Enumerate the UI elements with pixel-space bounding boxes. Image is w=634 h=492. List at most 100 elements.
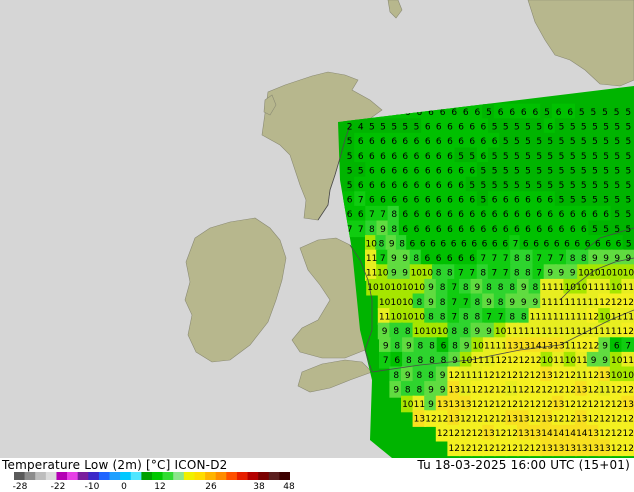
temperature-value: 9 [428,283,434,293]
temperature-value: 9 [592,254,598,264]
temperature-value: 6 [436,254,442,264]
temperature-value: 5 [514,181,520,191]
temperature-value: 11 [460,385,471,395]
temperature-value: 6 [547,123,553,133]
temperature-value: 10 [390,283,402,293]
temperature-value: 5 [547,166,553,176]
temperature-value: 6 [347,196,353,206]
temperature-value: 12 [472,415,483,425]
temperature-value: 5 [592,137,598,147]
temperature-value: 5 [458,152,464,162]
temperature-value: 5 [559,196,565,206]
temperature-value: 11 [506,327,517,337]
temperature-value: 11 [530,327,541,337]
temperature-value: 14 [530,342,542,352]
temperature-value: 12 [611,385,622,395]
temperature-value: 5 [614,152,620,162]
temperature-value: 6 [605,239,611,249]
temperature-value: 6 [533,239,539,249]
temperature-value: 7 [383,356,389,366]
temperature-value: 6 [585,239,591,249]
temperature-value: 12 [541,385,552,395]
temperature-value: 9 [382,327,388,337]
temperature-value: 7 [492,269,498,279]
temperature-value: 6 [414,137,420,147]
temperature-value: 6 [391,152,397,162]
temperature-value: 6 [447,254,453,264]
temperature-value: 12 [622,444,633,454]
temperature-value: 11 [622,283,633,293]
temperature-value: 8 [440,312,446,322]
temperature-value: 7 [480,254,486,264]
temperature-value: 6 [458,137,464,147]
temperature-value: 10 [402,298,414,308]
temperature-value: 8 [391,225,397,235]
temperature-value: 6 [469,254,475,264]
temperature-value: 12 [588,371,599,381]
legend-swatch [237,472,248,480]
temperature-value: 5 [626,196,632,206]
temperature-value: 6 [471,239,477,249]
temperature-value: 9 [452,356,458,366]
temperature-value: 13 [518,429,529,439]
temperature-value: 5 [369,123,375,133]
temperature-value: 6 [559,210,565,220]
temperature-value: 11 [506,385,517,395]
temperature-value: 12 [495,356,506,366]
temperature-value: 8 [440,298,446,308]
temperature-value: 10 [367,283,379,293]
temperature-value: 12 [611,444,622,454]
temperature-value: 5 [514,152,520,162]
temperature-value: 5 [626,166,632,176]
temperature-value: 11 [553,356,564,366]
temperature-value: 10 [402,312,414,322]
temperature-value: 6 [458,166,464,176]
temperature-value: 2 [347,123,353,133]
temperature-value: 8 [441,356,447,366]
temperature-value: 13 [507,342,518,352]
legend-swatch [194,472,205,480]
temperature-value: 12 [622,327,633,337]
temperature-value: 8 [525,254,531,264]
temperature-value: 5 [525,181,531,191]
temperature-value: 11 [366,269,377,279]
legend-swatch [184,472,195,480]
temperature-value: 5 [503,181,509,191]
temperature-value: 12 [448,371,459,381]
temperature-value: 8 [514,254,520,264]
temperature-value: 12 [507,356,518,366]
temperature-value: 11 [576,356,587,366]
temperature-value: 12 [437,415,448,425]
temperature-value: 10 [414,327,426,337]
temperature-value: 10 [365,239,377,249]
temperature-value: 5 [570,152,576,162]
legend-tick-label: 0 [121,482,127,492]
temperature-value: 5 [547,181,553,191]
temperature-value: 5 [603,181,609,191]
temperature-value: 6 [425,137,431,147]
temperature-value: 12 [472,400,483,410]
temperature-value: 6 [469,196,475,206]
temperature-value: 13 [448,385,459,395]
temperature-value: 11 [564,298,575,308]
temperature-value: 11 [588,298,599,308]
temperature-value: 5 [626,225,632,235]
temperature-value: 5 [547,152,553,162]
temperature-value: 6 [447,123,453,133]
temperature-value: 6 [358,210,364,220]
temperature-value: 14 [541,429,553,439]
temperature-value: 6 [570,225,576,235]
legend-swatch [205,472,216,480]
temperature-value: 10 [425,327,437,337]
temperature-value: 7 [536,254,542,264]
temperature-value: 6 [447,181,453,191]
temperature-value: 11 [576,298,587,308]
temperature-value: 12 [599,400,610,410]
legend-tick-label: 38 [253,482,264,492]
temperature-value: 5 [380,123,386,133]
temperature-value: 12 [611,429,622,439]
temperature-value: 12 [518,385,529,395]
temperature-value: 9 [547,269,553,279]
temperature-value: 6 [525,196,531,206]
temperature-value: 8 [413,254,419,264]
